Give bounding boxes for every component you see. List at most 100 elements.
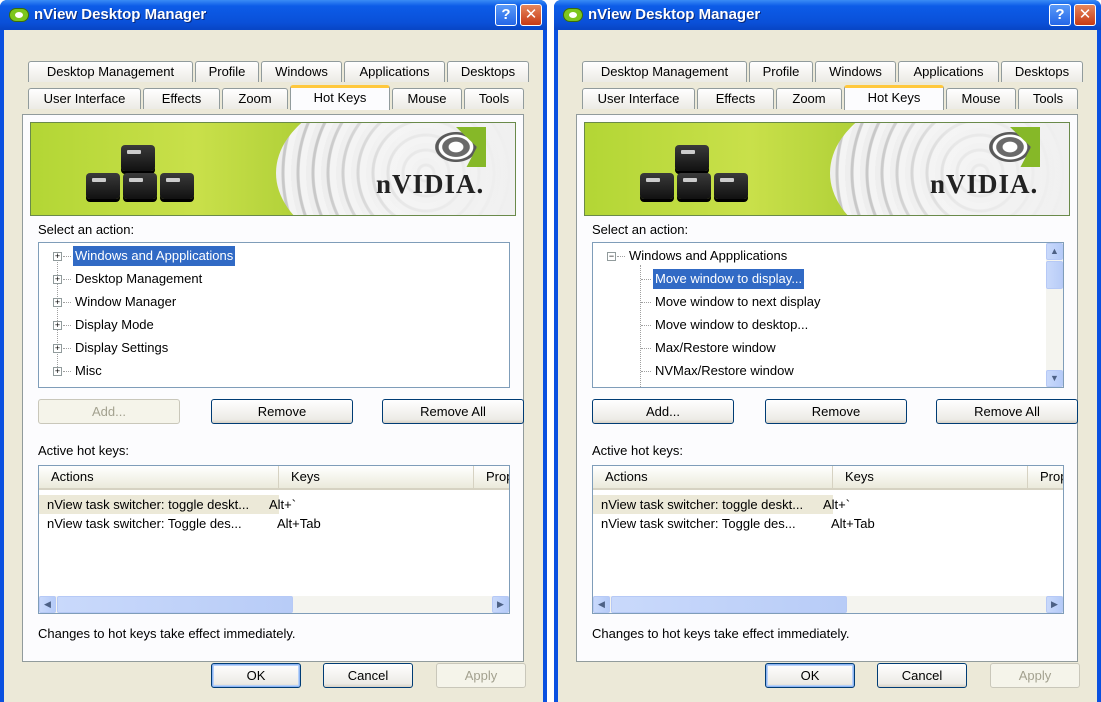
tree-node-label[interactable]: Move window to next display bbox=[655, 292, 820, 312]
remove-button[interactable]: Remove bbox=[211, 399, 353, 424]
tab-user-interface[interactable]: User Interface bbox=[28, 88, 141, 109]
ok-button[interactable]: OK bbox=[211, 663, 301, 688]
column-actions[interactable]: Actions bbox=[39, 466, 279, 488]
tree-node[interactable]: + Windows and Appplications bbox=[39, 246, 339, 266]
close-button[interactable]: ✕ bbox=[520, 4, 542, 26]
tree-node[interactable]: Max/Restore window bbox=[593, 338, 993, 358]
scroll-left-icon[interactable]: ◀ bbox=[39, 596, 56, 613]
table-row[interactable]: nView task switcher: Toggle des... Alt+T… bbox=[39, 514, 359, 533]
expand-icon[interactable]: + bbox=[53, 298, 62, 307]
scrollbar-thumb[interactable] bbox=[611, 596, 847, 613]
add-button[interactable]: Add... bbox=[592, 399, 734, 424]
tab-profile[interactable]: Profile bbox=[749, 61, 813, 82]
apply-button[interactable]: Apply bbox=[436, 663, 526, 688]
column-properties[interactable]: Prope bbox=[1028, 466, 1063, 488]
title-bar[interactable]: nView Desktop Manager ? ✕ bbox=[0, 0, 547, 30]
hot-keys-list[interactable]: Actions Keys Prope nView task switcher: … bbox=[38, 465, 510, 614]
tab-hot-keys[interactable]: Hot Keys bbox=[290, 85, 390, 110]
scroll-up-icon[interactable]: ▲ bbox=[1046, 243, 1063, 260]
remove-all-button[interactable]: Remove All bbox=[382, 399, 524, 424]
tab-zoom[interactable]: Zoom bbox=[222, 88, 288, 109]
tree-node-label[interactable]: Display Mode bbox=[75, 315, 154, 335]
tree-node-label[interactable]: Move window to desktop... bbox=[655, 315, 808, 335]
tree-node-label[interactable]: Max/Restore window bbox=[655, 338, 776, 358]
scroll-right-icon[interactable]: ▶ bbox=[492, 596, 509, 613]
nvidia-banner: nVIDIA. bbox=[584, 122, 1070, 216]
tree-node[interactable]: Move window to desktop... bbox=[593, 315, 993, 335]
close-button[interactable]: ✕ bbox=[1074, 4, 1096, 26]
tree-node[interactable]: − Windows and Appplications bbox=[593, 246, 893, 266]
cancel-button[interactable]: Cancel bbox=[877, 663, 967, 688]
tree-node-label[interactable]: Desktop Management bbox=[75, 269, 202, 289]
column-keys[interactable]: Keys bbox=[833, 466, 1028, 488]
scrollbar-thumb[interactable] bbox=[57, 596, 293, 613]
tree-node[interactable]: + Display Settings bbox=[39, 338, 339, 358]
scroll-down-icon[interactable]: ▼ bbox=[1046, 370, 1063, 387]
apply-button[interactable]: Apply bbox=[990, 663, 1080, 688]
help-button[interactable]: ? bbox=[495, 4, 517, 26]
tab-desktop-management[interactable]: Desktop Management bbox=[582, 61, 747, 82]
add-button[interactable]: Add... bbox=[38, 399, 180, 424]
cancel-button[interactable]: Cancel bbox=[323, 663, 413, 688]
table-row[interactable]: nView task switcher: Toggle des... Alt+T… bbox=[593, 514, 913, 533]
ok-button[interactable]: OK bbox=[765, 663, 855, 688]
hot-keys-list[interactable]: Actions Keys Prope nView task switcher: … bbox=[592, 465, 1064, 614]
tree-node-label[interactable]: Move window to display... bbox=[653, 269, 805, 289]
tab-tools[interactable]: Tools bbox=[464, 88, 524, 109]
table-row[interactable]: nView task switcher: toggle deskt... Alt… bbox=[593, 495, 850, 514]
collapse-icon[interactable]: − bbox=[607, 252, 616, 261]
tab-user-interface[interactable]: User Interface bbox=[582, 88, 695, 109]
horizontal-scrollbar[interactable]: ◀ ▶ bbox=[39, 596, 509, 613]
column-actions[interactable]: Actions bbox=[593, 466, 833, 488]
action-tree[interactable]: − Windows and Appplications Move window … bbox=[592, 242, 1064, 388]
tab-tools[interactable]: Tools bbox=[1018, 88, 1078, 109]
tab-profile[interactable]: Profile bbox=[195, 61, 259, 82]
tree-node[interactable]: + Misc bbox=[39, 361, 339, 381]
tree-node-label[interactable]: Display Settings bbox=[75, 338, 168, 358]
expand-icon[interactable]: + bbox=[53, 367, 62, 376]
tree-node-label[interactable]: Misc bbox=[75, 361, 102, 381]
tree-node[interactable]: Move window to next display bbox=[593, 292, 993, 312]
tree-node-label[interactable]: Window Manager bbox=[75, 292, 176, 312]
column-properties[interactable]: Prope bbox=[474, 466, 509, 488]
tab-mouse[interactable]: Mouse bbox=[946, 88, 1016, 109]
tab-hot-keys[interactable]: Hot Keys bbox=[844, 85, 944, 110]
tree-node-label[interactable]: Windows and Appplications bbox=[73, 246, 236, 266]
expand-icon[interactable]: + bbox=[53, 252, 62, 261]
tab-applications[interactable]: Applications bbox=[344, 61, 445, 82]
table-row[interactable]: nView task switcher: toggle deskt... Alt… bbox=[39, 495, 296, 514]
tree-node[interactable]: + Desktop Management bbox=[39, 269, 339, 289]
vertical-scrollbar[interactable]: ▲ ▼ bbox=[1046, 243, 1063, 387]
tree-node-label[interactable]: NVMax/Restore window bbox=[655, 361, 794, 381]
scroll-left-icon[interactable]: ◀ bbox=[593, 596, 610, 613]
expand-icon[interactable]: + bbox=[53, 344, 62, 353]
tab-effects[interactable]: Effects bbox=[697, 88, 774, 109]
tab-windows[interactable]: Windows bbox=[261, 61, 342, 82]
remove-button[interactable]: Remove bbox=[765, 399, 907, 424]
scroll-right-icon[interactable]: ▶ bbox=[1046, 596, 1063, 613]
tab-zoom[interactable]: Zoom bbox=[776, 88, 842, 109]
tree-node[interactable]: Move window to display... bbox=[593, 269, 993, 289]
tree-node-label[interactable]: Windows and Appplications bbox=[629, 246, 787, 266]
expand-icon[interactable]: + bbox=[53, 275, 62, 284]
help-button[interactable]: ? bbox=[1049, 4, 1071, 26]
nvidia-wordmark: nVIDIA. bbox=[376, 169, 485, 199]
action-tree[interactable]: + Windows and Appplications + Desktop Ma… bbox=[38, 242, 510, 388]
tab-desktops[interactable]: Desktops bbox=[1001, 61, 1083, 82]
expand-icon[interactable]: + bbox=[53, 321, 62, 330]
remove-all-button[interactable]: Remove All bbox=[936, 399, 1078, 424]
tab-effects[interactable]: Effects bbox=[143, 88, 220, 109]
tab-windows[interactable]: Windows bbox=[815, 61, 896, 82]
tree-node[interactable]: + Display Mode bbox=[39, 315, 339, 335]
title-bar[interactable]: nView Desktop Manager ? ✕ bbox=[554, 0, 1101, 30]
horizontal-scrollbar[interactable]: ◀ ▶ bbox=[593, 596, 1063, 613]
tab-applications[interactable]: Applications bbox=[898, 61, 999, 82]
tree-node[interactable]: NVMax/Restore window bbox=[593, 361, 993, 381]
tab-desktops[interactable]: Desktops bbox=[447, 61, 529, 82]
tab-desktop-management[interactable]: Desktop Management bbox=[28, 61, 193, 82]
scrollbar-thumb[interactable] bbox=[1046, 261, 1063, 289]
keyboard-key-icon bbox=[714, 173, 748, 199]
column-keys[interactable]: Keys bbox=[279, 466, 474, 488]
tab-mouse[interactable]: Mouse bbox=[392, 88, 462, 109]
tree-node[interactable]: + Window Manager bbox=[39, 292, 339, 312]
